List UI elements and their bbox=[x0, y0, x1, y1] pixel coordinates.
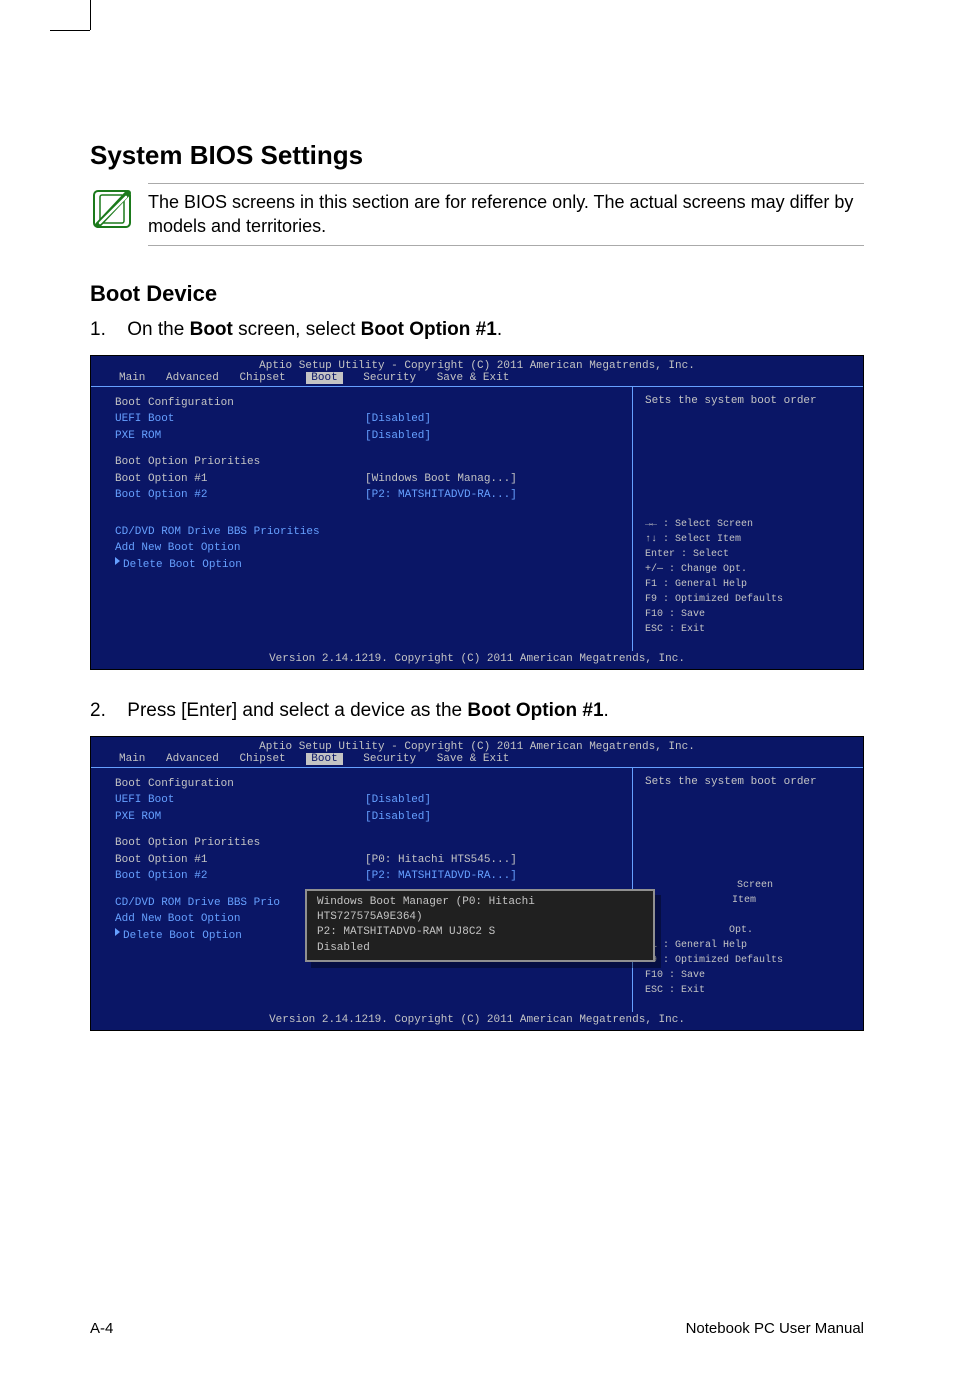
page-heading: System BIOS Settings bbox=[90, 140, 864, 171]
step-1: 1. On the Boot screen, select Boot Optio… bbox=[90, 319, 864, 341]
value-pxe-rom: [Disabled] bbox=[365, 428, 431, 445]
tab-main: Main bbox=[119, 372, 145, 384]
popup-option-1: Windows Boot Manager (P0: Hitachi HTS727… bbox=[317, 895, 643, 926]
bios-footer: Version 2.14.1219. Copyright (C) 2011 Am… bbox=[91, 1012, 863, 1030]
label-uefi-boot: UEFI Boot bbox=[115, 792, 365, 809]
triangle-icon bbox=[115, 557, 120, 565]
label-pxe-rom: PXE ROM bbox=[115, 809, 365, 826]
tab-boot: Boot bbox=[306, 753, 342, 765]
tab-main: Main bbox=[119, 753, 145, 765]
bios-tabs: Main Advanced Chipset Boot Security Save… bbox=[91, 372, 863, 387]
bios-screenshot-2: Aptio Setup Utility - Copyright (C) 2011… bbox=[90, 736, 864, 1031]
tab-advanced: Advanced bbox=[166, 753, 219, 765]
tab-boot: Boot bbox=[306, 372, 342, 384]
boot-option-popup: Windows Boot Manager (P0: Hitachi HTS727… bbox=[305, 889, 655, 963]
tab-security: Security bbox=[363, 753, 416, 765]
bios-hint: Sets the system boot order bbox=[645, 395, 853, 407]
label-boot-config: Boot Configuration bbox=[115, 395, 365, 412]
value-boot-opt2: [P2: MATSHITADVD-RA...] bbox=[365, 868, 517, 885]
value-boot-opt1: [P0: Hitachi HTS545...] bbox=[365, 852, 517, 869]
label-boot-config: Boot Configuration bbox=[115, 776, 365, 793]
bios-tabs: Main Advanced Chipset Boot Security Save… bbox=[91, 753, 863, 768]
popup-option-2: P2: MATSHITADVD-RAM UJ8C2 S bbox=[317, 925, 643, 940]
label-priorities: Boot Option Priorities bbox=[115, 835, 365, 852]
triangle-icon bbox=[115, 928, 120, 936]
label-boot-opt2: Boot Option #2 bbox=[115, 487, 365, 504]
note-icon bbox=[90, 187, 134, 236]
tab-save: Save & Exit bbox=[437, 372, 510, 384]
label-add-opt: Add New Boot Option bbox=[115, 911, 240, 928]
page-footer: A-4 Notebook PC User Manual bbox=[90, 1320, 864, 1337]
label-boot-opt1: Boot Option #1 bbox=[115, 471, 365, 488]
page-number: A-4 bbox=[90, 1320, 113, 1337]
bios-title: Aptio Setup Utility - Copyright (C) 2011… bbox=[91, 737, 863, 753]
label-del-opt: Delete Boot Option bbox=[123, 557, 242, 574]
step-2: 2. Press [Enter] and select a device as … bbox=[90, 700, 864, 722]
tab-save: Save & Exit bbox=[437, 753, 510, 765]
note-text: The BIOS screens in this section are for… bbox=[148, 183, 864, 246]
label-uefi-boot: UEFI Boot bbox=[115, 411, 365, 428]
note-block: The BIOS screens in this section are for… bbox=[90, 183, 864, 246]
label-cd-prio: CD/DVD ROM Drive BBS Prio bbox=[115, 895, 280, 912]
bios-title: Aptio Setup Utility - Copyright (C) 2011… bbox=[91, 356, 863, 372]
tab-chipset: Chipset bbox=[239, 753, 285, 765]
bios-keys: →← : Select Screen ↑↓ : Select Item Ente… bbox=[645, 517, 853, 637]
label-cd-prio: CD/DVD ROM Drive BBS Priorities bbox=[115, 524, 320, 541]
label-priorities: Boot Option Priorities bbox=[115, 454, 365, 471]
bios-hint: Sets the system boot order bbox=[645, 776, 853, 788]
value-uefi-boot: [Disabled] bbox=[365, 792, 431, 809]
label-boot-opt1: Boot Option #1 bbox=[115, 852, 365, 869]
value-boot-opt1: [Windows Boot Manag...] bbox=[365, 471, 517, 488]
label-pxe-rom: PXE ROM bbox=[115, 428, 365, 445]
bios-footer: Version 2.14.1219. Copyright (C) 2011 Am… bbox=[91, 651, 863, 669]
popup-option-3: Disabled bbox=[317, 941, 643, 956]
manual-title: Notebook PC User Manual bbox=[686, 1320, 864, 1337]
label-boot-opt2: Boot Option #2 bbox=[115, 868, 365, 885]
label-del-opt: Delete Boot Option bbox=[123, 928, 242, 945]
bios-keys: Screen Item Opt. F1 : General Help F9 : … bbox=[645, 878, 853, 998]
tab-advanced: Advanced bbox=[166, 372, 219, 384]
value-uefi-boot: [Disabled] bbox=[365, 411, 431, 428]
bios-screenshot-1: Aptio Setup Utility - Copyright (C) 2011… bbox=[90, 355, 864, 670]
tab-chipset: Chipset bbox=[239, 372, 285, 384]
section-heading: Boot Device bbox=[90, 281, 864, 307]
label-add-opt: Add New Boot Option bbox=[115, 540, 240, 557]
tab-security: Security bbox=[363, 372, 416, 384]
value-pxe-rom: [Disabled] bbox=[365, 809, 431, 826]
value-boot-opt2: [P2: MATSHITADVD-RA...] bbox=[365, 487, 517, 504]
